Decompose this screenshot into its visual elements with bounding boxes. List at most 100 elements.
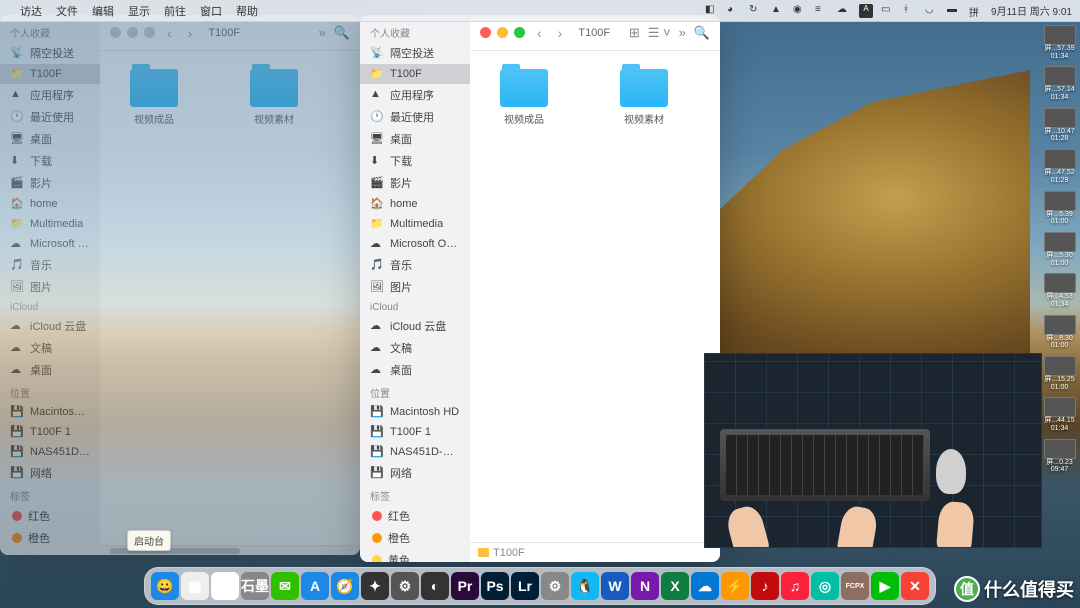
desktop-file-4[interactable]: 屏...6.39 01:00 xyxy=(1042,191,1077,226)
search-icon[interactable]: 🔍 xyxy=(694,25,710,41)
sidebar-tag-黄色[interactable]: 黄色 xyxy=(360,549,470,562)
sidebar-item-最近使用[interactable]: 🕐最近使用 xyxy=(360,106,470,128)
sidebar-item-T100F 1[interactable]: 💾T100F 1 xyxy=(360,422,470,442)
menu-finder[interactable]: 访达 xyxy=(20,3,42,19)
sidebar-item-文稿[interactable]: ☁文稿 xyxy=(0,337,100,359)
file-item-视频成品[interactable]: 视频成品 xyxy=(484,69,564,126)
maximize-button[interactable] xyxy=(514,27,525,38)
dock-app-excel[interactable]: X xyxy=(661,572,689,600)
sidebar-item-下载[interactable]: ⬇下载 xyxy=(0,150,100,172)
sidebar-tag-橙色[interactable]: 橙色 xyxy=(360,527,470,549)
status-icon-wechat[interactable]: ◕ xyxy=(727,4,741,18)
dock-app-chrome[interactable]: ◉ xyxy=(211,572,239,600)
sidebar-tag-黄色[interactable]: 黄色 xyxy=(0,549,100,555)
forward-button-bg[interactable]: › xyxy=(184,25,197,41)
sidebar-item-home[interactable]: 🏠home xyxy=(360,194,470,214)
sidebar-item-网络[interactable]: 💾网络 xyxy=(0,462,100,484)
desktop-file-0[interactable]: 屏...57.39 01:34 xyxy=(1042,25,1077,60)
status-icon-1[interactable]: ◧ xyxy=(705,4,719,18)
file-item-视频素材[interactable]: 视频素材 xyxy=(604,69,684,126)
sidebar-item-Microsoft One...[interactable]: ☁Microsoft One... xyxy=(0,234,100,254)
status-icon-input[interactable]: 拼 xyxy=(969,4,983,18)
dock-app-premiere[interactable]: Pr xyxy=(451,572,479,600)
status-icon-display[interactable]: ▭ xyxy=(881,4,895,18)
desktop-file-10[interactable]: 屏...0.23 09:47 xyxy=(1042,439,1077,474)
sidebar-item-Multimedia[interactable]: 📁Multimedia xyxy=(360,214,470,234)
sidebar-item-NAS451D-Shu...[interactable]: 💾NAS451D-Shu... xyxy=(0,442,100,462)
sidebar-item-Multimedia[interactable]: 📁Multimedia xyxy=(0,214,100,234)
status-icon-bluetooth[interactable]: ᚼ xyxy=(903,4,917,18)
back-button[interactable]: ‹ xyxy=(533,25,546,41)
dock-app-appstore[interactable]: A xyxy=(301,572,329,600)
dock-app-onenote[interactable]: N xyxy=(631,572,659,600)
dock-app-music[interactable]: ♫ xyxy=(781,572,809,600)
dock-app-compressor[interactable]: ⚙ xyxy=(391,572,419,600)
dock-app-word[interactable]: W xyxy=(601,572,629,600)
sidebar-tag-红色[interactable]: 红色 xyxy=(360,505,470,527)
dock-app-shimo[interactable]: 石墨 xyxy=(241,572,269,600)
menu-go[interactable]: 前往 xyxy=(164,3,186,19)
status-icon-cloud[interactable]: ☁ xyxy=(837,4,851,18)
desktop-file-8[interactable]: 屏...15.25 01:00 xyxy=(1042,356,1077,391)
dock-app-close[interactable]: ✕ xyxy=(901,572,929,600)
status-icon-adobe[interactable]: A xyxy=(859,4,873,18)
sidebar-item-Microsoft One...[interactable]: ☁Microsoft One... xyxy=(360,234,470,254)
sidebar-item-iCloud 云盘[interactable]: ☁iCloud 云盘 xyxy=(360,315,470,337)
dock-app-wechat[interactable]: ✉ xyxy=(271,572,299,600)
dock-app-launchpad[interactable]: ▦ xyxy=(181,572,209,600)
sidebar-item-影片[interactable]: 🎬影片 xyxy=(360,172,470,194)
dock-app-qq[interactable]: 🐧 xyxy=(571,572,599,600)
menu-edit[interactable]: 编辑 xyxy=(92,3,114,19)
finder-window-foreground[interactable]: 个人收藏📡隔空投送📁T100F▲应用程序🕐最近使用🖥桌面⬇下载🎬影片🏠home📁… xyxy=(360,15,720,562)
dock-app-onedrive[interactable]: ☁ xyxy=(691,572,719,600)
sidebar-item-音乐[interactable]: 🎵音乐 xyxy=(0,254,100,276)
dock-app-settings[interactable]: ⚙ xyxy=(541,572,569,600)
desktop-file-6[interactable]: 屏...4.53 01:34 xyxy=(1042,273,1077,308)
desktop-file-3[interactable]: 屏...47.52 01:29 xyxy=(1042,149,1077,184)
sidebar-item-最近使用[interactable]: 🕐最近使用 xyxy=(0,106,100,128)
desktop-file-9[interactable]: 屏...44.15 01:34 xyxy=(1042,397,1077,432)
sidebar-item-NAS451D-Shu...[interactable]: 💾NAS451D-Shu... xyxy=(360,442,470,462)
files-area[interactable]: 视频成品视频素材 xyxy=(470,51,720,542)
sidebar-item-图片[interactable]: 🖼图片 xyxy=(360,276,470,298)
sidebar-item-iCloud 云盘[interactable]: ☁iCloud 云盘 xyxy=(0,315,100,337)
desktop-file-2[interactable]: 屏...10.47 01:28 xyxy=(1042,108,1077,143)
status-icon-app[interactable]: ▲ xyxy=(771,4,785,18)
dock-app-safari[interactable]: 🧭 xyxy=(331,572,359,600)
dock-app-photoshop[interactable]: Ps xyxy=(481,572,509,600)
view-icon[interactable]: ⊞ xyxy=(629,25,640,41)
sidebar-item-应用程序[interactable]: ▲应用程序 xyxy=(360,84,470,106)
sidebar-item-网络[interactable]: 💾网络 xyxy=(360,462,470,484)
menu-help[interactable]: 帮助 xyxy=(236,3,258,19)
back-button-bg[interactable]: ‹ xyxy=(163,25,176,41)
sidebar-item-桌面[interactable]: ☁桌面 xyxy=(0,359,100,381)
forward-button[interactable]: › xyxy=(554,25,567,41)
menu-window[interactable]: 窗口 xyxy=(200,3,222,19)
search-icon[interactable]: 🔍 xyxy=(334,25,350,41)
dock-app-lightroom[interactable]: Lr xyxy=(511,572,539,600)
sidebar-item-T100F[interactable]: 📁T100F xyxy=(0,64,100,84)
desktop-file-5[interactable]: 屏...5.30 01:00 xyxy=(1042,232,1077,267)
dock-app-fcpx-lib[interactable]: FCPX xyxy=(841,572,869,600)
dock-app-brain[interactable]: ◎ xyxy=(811,572,839,600)
traffic-lights-bg[interactable] xyxy=(110,27,155,38)
sidebar-item-文稿[interactable]: ☁文稿 xyxy=(360,337,470,359)
menubar-clock[interactable]: 9月11日 周六 9:01 xyxy=(991,3,1072,18)
file-item-视频成品[interactable]: 视频成品 xyxy=(114,69,194,126)
dock-app-iqiyi[interactable]: ▶ xyxy=(871,572,899,600)
video-preview-overlay[interactable] xyxy=(704,353,1042,548)
sidebar-item-桌面[interactable]: 🖥桌面 xyxy=(0,128,100,150)
dock-app-finder[interactable]: 😀 xyxy=(151,572,179,600)
minimize-button[interactable] xyxy=(497,27,508,38)
status-icon-sync[interactable]: ↻ xyxy=(749,4,763,18)
sidebar-item-音乐[interactable]: 🎵音乐 xyxy=(360,254,470,276)
desktop-file-1[interactable]: 屏...57.14 01:34 xyxy=(1042,66,1077,101)
menu-file[interactable]: 文件 xyxy=(56,3,78,19)
desktop-file-7[interactable]: 屏...8.30 01:00 xyxy=(1042,315,1077,350)
dock-app-davinci[interactable]: ◐ xyxy=(421,572,449,600)
sidebar-item-隔空投送[interactable]: 📡隔空投送 xyxy=(0,42,100,64)
sidebar-item-桌面[interactable]: 🖥桌面 xyxy=(360,128,470,150)
sidebar-item-T100F[interactable]: 📁T100F xyxy=(360,64,470,84)
sidebar-item-隔空投送[interactable]: 📡隔空投送 xyxy=(360,42,470,64)
close-button[interactable] xyxy=(480,27,491,38)
